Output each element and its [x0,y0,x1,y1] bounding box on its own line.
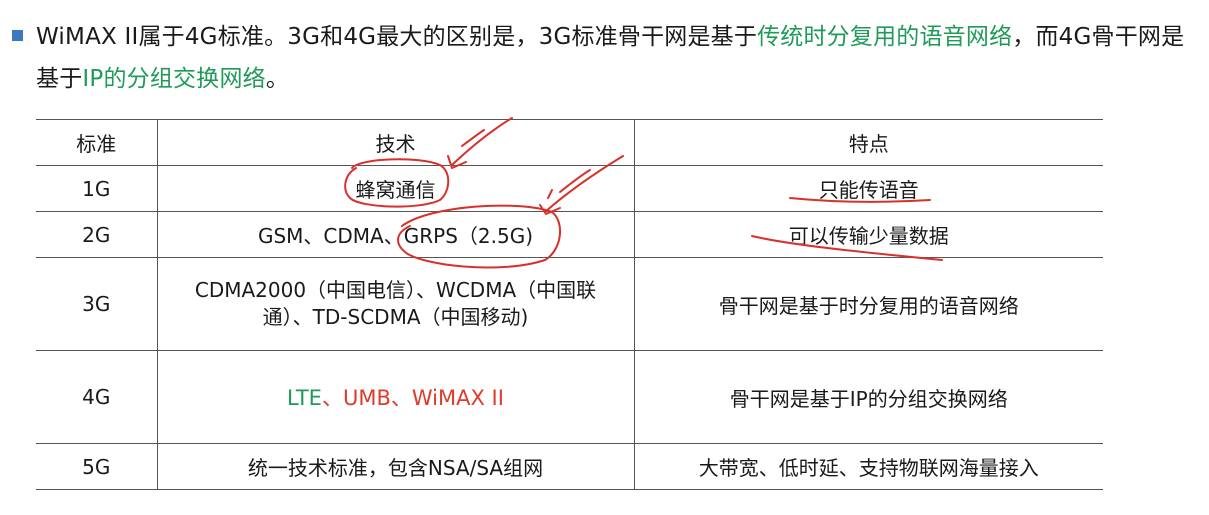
cell-standard: 4G [36,350,158,444]
cell-technology: GSM、CDMA、GRPS（2.5G) [157,211,635,258]
cell-standard: 2G [36,211,158,258]
intro-highlight-1: 传统时分复用的语音网络 [757,24,1013,50]
table-row: 4G LTE、UMB、WiMAX II 骨干网是基于IP的分组交换网络 [36,350,1103,444]
standards-table: 标准 技术 特点 1G 蜂窝通信 只能传语音 2G GSM、CDMA、GRPS（… [36,119,1103,490]
intro-highlight-2: IP的分组交换网络 [82,66,266,92]
cell-feature: 只能传语音 [634,165,1103,212]
intro-paragraph: WiMAX II属于4G标准。3G和4G最大的区别是，3G标准骨干网是基于传统时… [36,16,1186,100]
header-feature: 特点 [634,119,1103,166]
tech-wimax: WiMAX II [411,386,504,410]
cell-standard: 1G [36,165,158,212]
cell-standard: 5G [36,443,158,490]
intro-text-1: WiMAX II属于4G标准。3G和4G最大的区别是，3G标准骨干网是基于 [36,24,758,50]
intro-text-3: 。 [265,66,290,92]
cell-technology-line2: 通）、TD-SCDMA（中国移动) [262,305,529,329]
tech-separator: 、 [390,386,412,410]
cell-feature: 大带宽、低时延、支持物联网海量接入 [634,443,1103,490]
cell-feature: 骨干网是基于时分复用的语音网络 [634,257,1103,351]
cell-technology: 蜂窝通信 [157,165,635,212]
table-row: 2G GSM、CDMA、GRPS（2.5G) 可以传输少量数据 [36,211,1103,258]
cell-technology: CDMA2000（中国电信）、WCDMA（中国联 通）、TD-SCDMA（中国移… [157,257,635,351]
table-header-row: 标准 技术 特点 [36,119,1103,166]
header-standard: 标准 [36,119,158,166]
cell-technology: LTE、UMB、WiMAX II [157,350,635,444]
cell-technology-line1: CDMA2000（中国电信）、WCDMA（中国联 [194,278,597,302]
table-row: 3G CDMA2000（中国电信）、WCDMA（中国联 通）、TD-SCDMA（… [36,257,1103,351]
cell-standard: 3G [36,257,158,351]
tech-umb: UMB [342,386,391,410]
table-row: 1G 蜂窝通信 只能传语音 [36,165,1103,212]
cell-feature: 可以传输少量数据 [634,211,1103,258]
table-row: 5G 统一技术标准，包含NSA/SA组网 大带宽、低时延、支持物联网海量接入 [36,443,1103,490]
cell-feature: 骨干网是基于IP的分组交换网络 [634,350,1103,444]
bullet-marker [12,30,23,41]
header-technology: 技术 [157,119,635,166]
cell-technology: 统一技术标准，包含NSA/SA组网 [157,443,635,490]
tech-lte: LTE [287,386,322,410]
tech-separator: 、 [321,386,343,410]
